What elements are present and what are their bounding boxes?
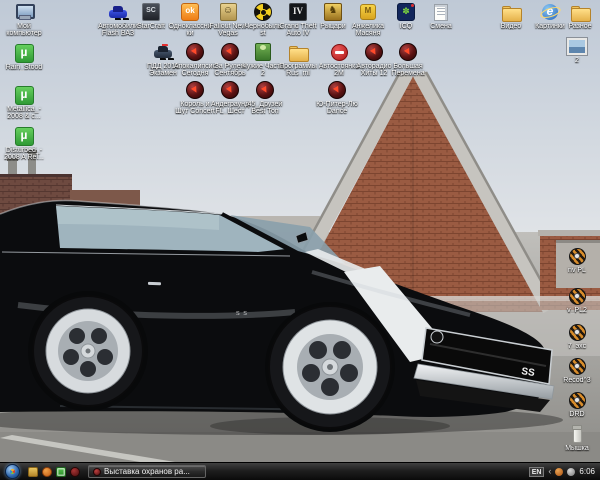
blue-car-icon [108, 2, 128, 22]
grille-ss-badge: SS [521, 366, 536, 379]
utorrent-icon [14, 85, 34, 105]
icon-label: DRD [555, 411, 599, 418]
download-master-icon [185, 80, 205, 100]
game-character-icon [253, 42, 273, 62]
download-master-icon [220, 80, 240, 100]
clock[interactable]: 6:06 [579, 467, 595, 476]
disc-icon [567, 246, 587, 266]
desktop-icon-download-8[interactable]: Ю-Питер-Лю Dance [315, 80, 359, 115]
desktop-icon-tube[interactable]: Мышка [555, 424, 599, 452]
quicklaunch-folder-icon[interactable] [28, 467, 38, 477]
desktop-icon-starcraft[interactable]: StarCraft [129, 2, 173, 30]
download-master-icon [220, 42, 240, 62]
desktop-icon-folder-programs[interactable]: Программы Rus_ml [276, 42, 320, 77]
desktop-icon-folder-video[interactable]: Видео [489, 2, 533, 30]
internet-explorer-icon [540, 2, 560, 22]
quick-launch [28, 467, 80, 477]
icon-label: Disturbed_- 2008 A Rel... [2, 147, 46, 161]
icon-label: Видео [489, 23, 533, 30]
quicklaunch-green-app-icon[interactable] [56, 467, 66, 477]
tray-app-icon-1[interactable] [555, 468, 563, 476]
quicklaunch-download-master-icon[interactable] [70, 467, 80, 477]
icon-label: Metallica_- 2008 & c... [2, 106, 46, 120]
desktop-icon-disc-3[interactable]: 7_эхс [555, 322, 599, 350]
task-button-label: Выставка охранов ра... [104, 467, 190, 476]
desktop-icon-document[interactable]: Смена [419, 2, 463, 30]
desktop-icon-disc-5[interactable]: DRD [555, 390, 599, 418]
icon-label: Мышка [555, 445, 599, 452]
document-icon [431, 2, 451, 22]
disc-icon [567, 356, 587, 376]
desktop-screen: SS S S [0, 0, 600, 480]
odnoklassniki-icon [180, 2, 200, 22]
utorrent-icon [14, 43, 34, 63]
icon-label: Recod^3 [555, 377, 599, 384]
picture-icon [567, 36, 587, 56]
language-indicator[interactable]: EN [529, 467, 545, 477]
icon-label: Rain_Stood [2, 64, 46, 71]
icon-label: 7_эхс [555, 343, 599, 350]
icon-label: Программы Rus_ml [276, 63, 320, 77]
desktop-icon-utorrent-2[interactable]: Metallica_- 2008 & c... [2, 85, 46, 120]
desktop-icon-utorrent-1[interactable]: Rain_Stood [2, 43, 46, 71]
desktop-icon-download-7[interactable]: 45_Друзей Best Топ [243, 80, 287, 115]
icon-label: StarCraft [129, 23, 173, 30]
disc-icon [567, 286, 587, 306]
no-entry-icon [329, 42, 349, 62]
start-button[interactable] [5, 464, 20, 479]
system-tray: EN ‹ 6:06 [529, 467, 600, 477]
knight-icon [323, 2, 343, 22]
computer-icon [14, 2, 34, 22]
gta4-icon [288, 2, 308, 22]
icon-label: Ю-Питер-Лю Dance [315, 101, 359, 115]
desktop-icon-folder-misc[interactable]: Разное [558, 2, 600, 30]
icon-label: 2 [555, 57, 599, 64]
disc-icon [567, 322, 587, 342]
desktop-icon-disc-4[interactable]: Recod^3 [555, 356, 599, 384]
icon-label: nv PL [555, 267, 599, 274]
masyanya-icon [358, 2, 378, 22]
starcraft-icon [141, 2, 161, 22]
desktop-icon-picture[interactable]: 2 [555, 36, 599, 64]
download-master-icon [185, 42, 205, 62]
download-master-icon [398, 42, 418, 62]
quicklaunch-orange-app-icon[interactable] [42, 467, 52, 477]
disc-icon [567, 390, 587, 410]
taskbar: Выставка охранов ра... EN ‹ 6:06 [0, 462, 600, 480]
task-button[interactable]: Выставка охранов ра... [88, 465, 206, 478]
download-master-icon [93, 468, 101, 476]
desktop-icon-my-computer[interactable]: Мой компьютер [2, 2, 46, 37]
desktop-icon-utorrent-3[interactable]: Disturbed_- 2008 A Rel... [2, 126, 46, 161]
desktop-icon-disc-2[interactable]: v_PL2 [555, 286, 599, 314]
download-master-icon [327, 80, 347, 100]
police-car-icon [153, 42, 173, 62]
radiation-icon [253, 2, 273, 22]
icon-label: 45_Друзей Best Топ [243, 101, 287, 115]
icq-icon [396, 2, 416, 22]
desktop-icon-disc-1[interactable]: nv PL [555, 246, 599, 274]
tube-icon [567, 424, 587, 444]
fallout-vaultboy-icon [218, 2, 238, 22]
icon-label: v_PL2 [555, 307, 599, 314]
icon-label: Мой компьютер [2, 23, 46, 37]
utorrent-icon [14, 126, 34, 146]
desktop-area[interactable]: SS S S [0, 0, 600, 462]
folder-icon [288, 42, 308, 62]
folder-icon [501, 2, 521, 22]
icon-label: Смена [419, 23, 463, 30]
icon-label: Большая Перемена [386, 63, 430, 77]
icon-label: Разное [558, 23, 600, 30]
download-master-icon [364, 42, 384, 62]
desktop-icon-download-4[interactable]: Большая Перемена [386, 42, 430, 77]
tray-app-icon-2[interactable] [567, 468, 575, 476]
download-master-icon [255, 80, 275, 100]
chevron-left-icon[interactable]: ‹ [548, 467, 551, 476]
folder-icon [570, 2, 590, 22]
